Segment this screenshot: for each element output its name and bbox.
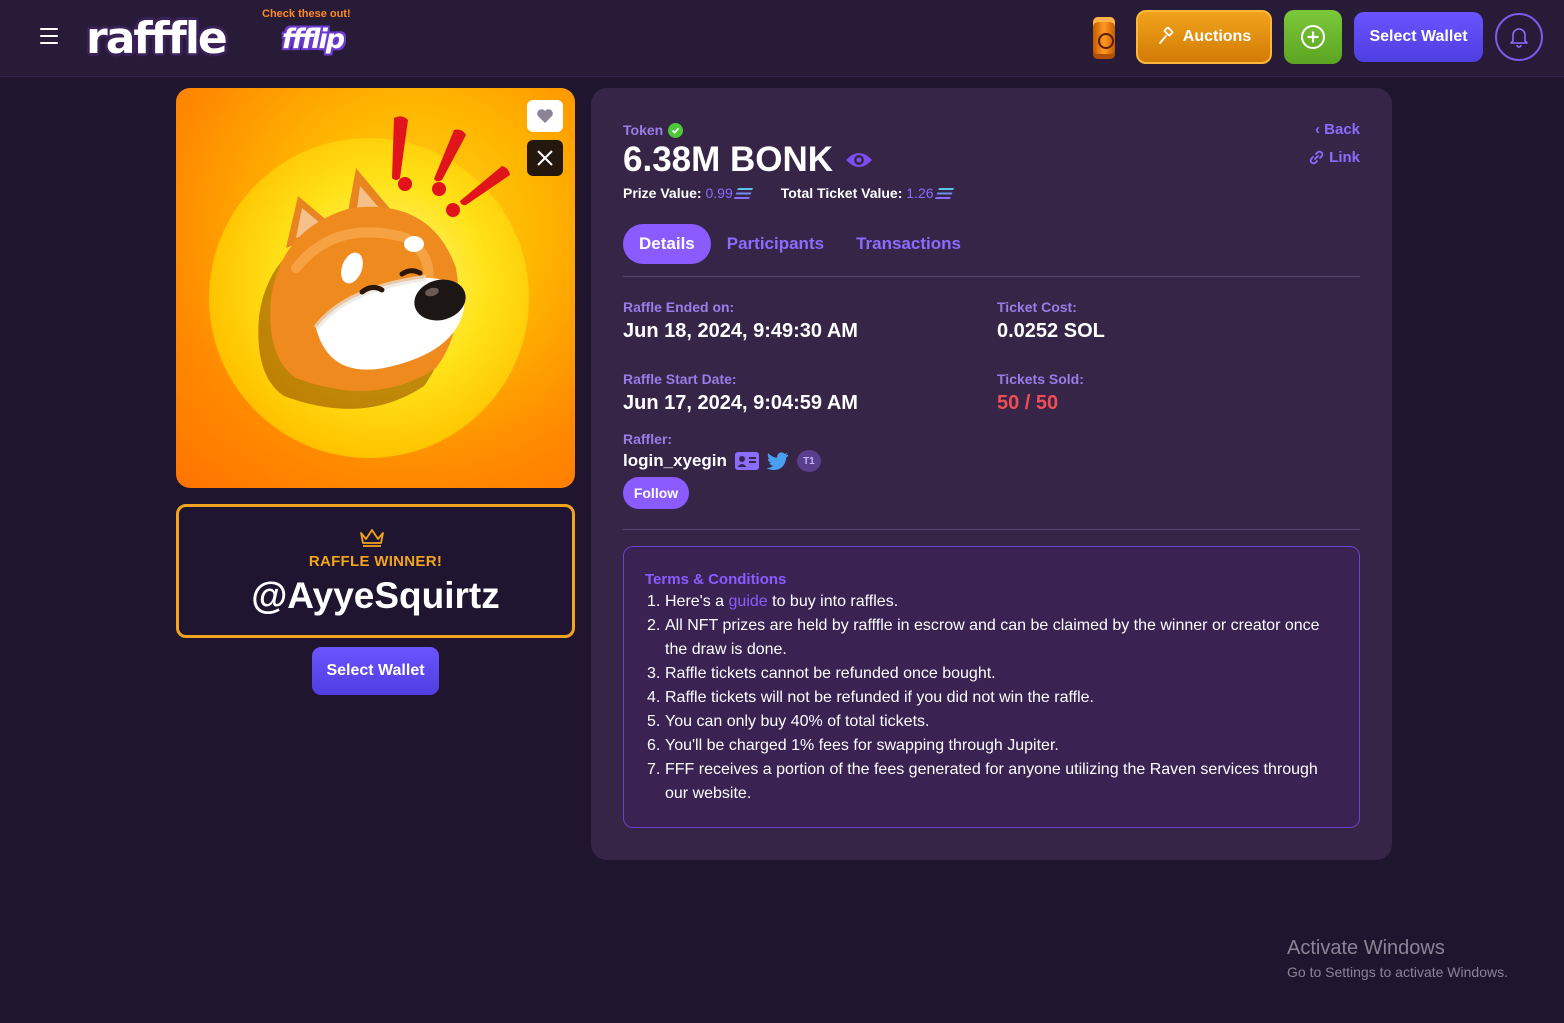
prize-image bbox=[176, 88, 575, 488]
winner-label: RAFFLE WINNER! bbox=[308, 553, 443, 570]
select-wallet-button-secondary[interactable]: Select Wallet bbox=[312, 647, 439, 695]
terms-item: You can only buy 40% of total tickets. bbox=[647, 710, 930, 734]
select-wallet-button[interactable]: Select Wallet bbox=[1354, 12, 1483, 62]
terms-and-conditions: Terms & Conditions Here's a guide to buy… bbox=[623, 546, 1360, 828]
link-icon bbox=[1309, 150, 1324, 165]
prize-type-label: Token bbox=[623, 122, 664, 138]
auctions-button[interactable]: Auctions bbox=[1136, 10, 1272, 64]
crown-icon bbox=[360, 529, 384, 547]
raffle-details-panel: Token 6.38M BONK Prize Value: 0.99 Total… bbox=[591, 88, 1392, 860]
raffler-row: login_xyegin T1 bbox=[623, 450, 821, 472]
ffflip-logo[interactable]: ffflip bbox=[282, 24, 345, 55]
watermark-subtitle: Go to Settings to activate Windows. bbox=[1287, 964, 1508, 980]
rafffle-logo[interactable]: rafffle bbox=[86, 10, 228, 68]
follow-button[interactable]: Follow bbox=[623, 477, 689, 509]
solana-icon bbox=[934, 188, 954, 199]
tier-badge: T1 bbox=[796, 450, 821, 472]
create-raffle-button[interactable] bbox=[1284, 10, 1342, 64]
divider bbox=[623, 276, 1360, 277]
terms-item: Raffle tickets cannot be refunded once b… bbox=[647, 662, 996, 686]
x-logo-icon bbox=[537, 150, 553, 166]
gavel-icon bbox=[1158, 27, 1173, 44]
menu-icon[interactable] bbox=[40, 28, 58, 44]
notifications-button[interactable] bbox=[1495, 13, 1543, 61]
terms-item: You'll be charged 1% fees for swapping t… bbox=[647, 734, 1059, 758]
ticket-cost-value: 0.0252 SOL bbox=[997, 320, 1105, 342]
winner-name: @AyyeSquirtz bbox=[251, 575, 500, 616]
terms-item: Here's a guide to buy into raffles. bbox=[645, 590, 1339, 614]
total-ticket-value: Total Ticket Value: 1.26 bbox=[780, 185, 954, 201]
top-bar: rafffle Check these out! ffflip Auctions… bbox=[0, 0, 1564, 77]
tab-transactions[interactable]: Transactions bbox=[840, 224, 977, 264]
heart-icon bbox=[537, 109, 553, 123]
tickets-sold-label: Tickets Sold: bbox=[997, 371, 1084, 387]
share-x-button[interactable] bbox=[527, 140, 563, 176]
chevron-left-icon: ‹ bbox=[1314, 121, 1325, 138]
raffler-name[interactable]: login_xyegin bbox=[623, 451, 727, 471]
prize-value-label: Prize Value: bbox=[623, 185, 702, 201]
raffle-ended-label: Raffle Ended on: bbox=[623, 299, 735, 315]
tab-participants[interactable]: Participants bbox=[711, 224, 840, 264]
detail-tabs: Details Participants Transactions bbox=[623, 224, 977, 264]
back-label: Back bbox=[1324, 121, 1360, 138]
auctions-label: Auctions bbox=[1182, 28, 1252, 45]
total-ticket-value-amount: 1.26 bbox=[906, 185, 934, 201]
total-ticket-value-label: Total Ticket Value: bbox=[780, 185, 903, 201]
tab-details[interactable]: Details bbox=[623, 224, 711, 264]
terms-title: Terms & Conditions bbox=[645, 571, 787, 588]
verified-check-icon bbox=[668, 122, 684, 138]
ticket-cost-label: Ticket Cost: bbox=[997, 299, 1077, 315]
terms-item: FFF receives a portion of the fees gener… bbox=[647, 758, 1318, 802]
back-link[interactable]: ‹ Back bbox=[1315, 121, 1360, 138]
raffler-label: Raffler: bbox=[623, 431, 673, 447]
tickets-sold-value: 50 / 50 bbox=[997, 392, 1059, 414]
prize-title-text: 6.38M BONK bbox=[623, 140, 834, 179]
bell-icon bbox=[1510, 28, 1528, 48]
prize-value: Prize Value: 0.99 bbox=[623, 185, 753, 201]
like-button[interactable] bbox=[527, 100, 563, 132]
copy-link[interactable]: Link bbox=[1309, 149, 1360, 166]
twitter-icon[interactable] bbox=[766, 452, 789, 470]
raffle-ended-value: Jun 18, 2024, 9:49:30 AM bbox=[623, 320, 858, 342]
profile-card-icon[interactable] bbox=[734, 452, 759, 470]
windows-activation-watermark: Activate Windows Go to Settings to activ… bbox=[1287, 937, 1508, 980]
terms-item: All NFT prizes are held by rafffle in es… bbox=[647, 614, 1320, 658]
value-row: Prize Value: 0.99 Total Ticket Value: 1.… bbox=[623, 185, 954, 201]
terms-list: Here's a guide to buy into raffles. All … bbox=[645, 590, 1339, 806]
terms-text: to buy into raffles. bbox=[767, 593, 899, 610]
terms-item: Raffle tickets will not be refunded if y… bbox=[647, 686, 1094, 710]
bonk-dog-illustration bbox=[258, 116, 510, 409]
terms-text: Here's a bbox=[665, 593, 729, 610]
start-date-label: Raffle Start Date: bbox=[623, 371, 737, 387]
guide-link[interactable]: guide bbox=[729, 593, 768, 610]
start-date-value: Jun 17, 2024, 9:04:59 AM bbox=[623, 392, 858, 414]
link-label: Link bbox=[1329, 149, 1360, 166]
watermark-title: Activate Windows bbox=[1287, 937, 1445, 959]
divider bbox=[623, 529, 1360, 530]
promo-label: Check these out! bbox=[262, 8, 351, 20]
solana-icon bbox=[733, 188, 753, 199]
prize-title: 6.38M BONK bbox=[623, 140, 873, 180]
prize-type: Token bbox=[623, 122, 684, 138]
energy-can-icon[interactable] bbox=[1093, 17, 1115, 59]
eye-icon[interactable] bbox=[845, 150, 873, 170]
plus-circle-icon bbox=[1301, 25, 1325, 49]
raffle-winner-card: RAFFLE WINNER! @AyyeSquirtz bbox=[176, 504, 575, 638]
prize-value-amount: 0.99 bbox=[705, 185, 733, 201]
